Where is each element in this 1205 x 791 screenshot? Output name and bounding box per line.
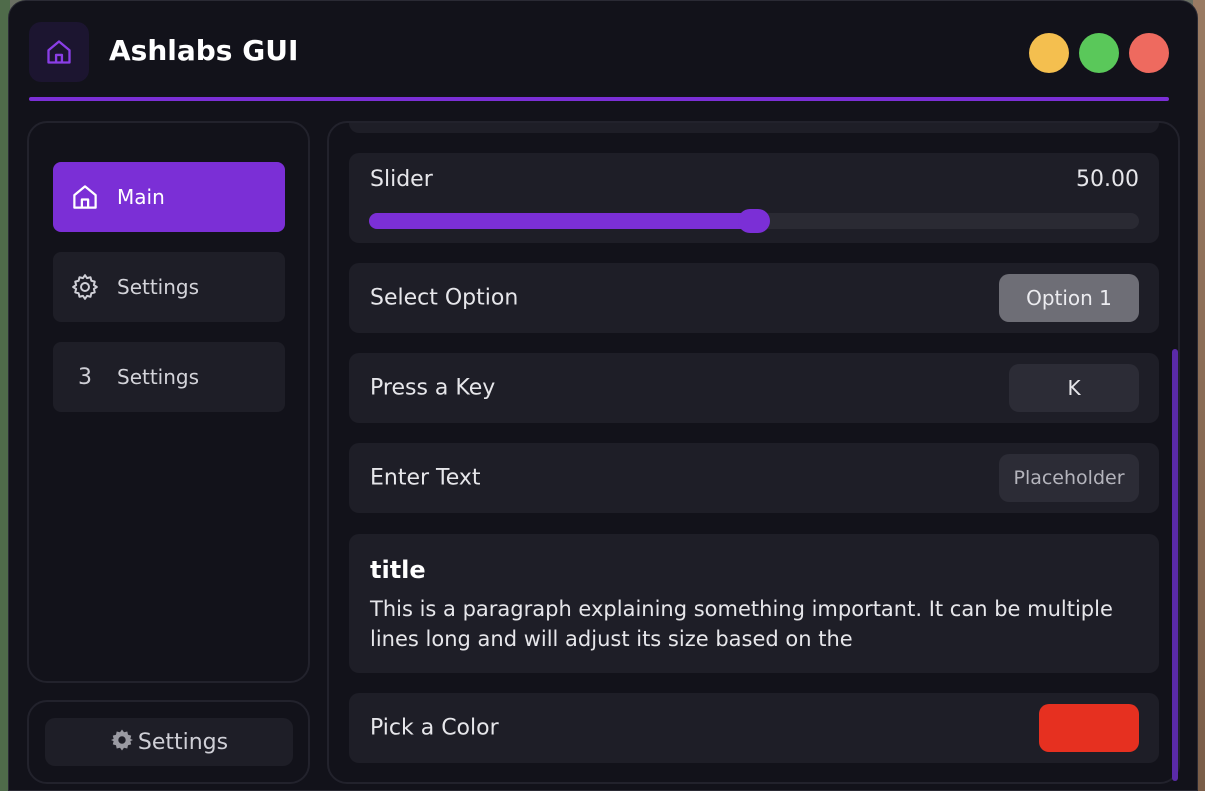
sidebar-item-label: Settings [117, 365, 200, 389]
number-3-icon: 3 [78, 364, 92, 390]
maximize-button[interactable] [1079, 33, 1119, 73]
paragraph-title: title [370, 556, 426, 584]
keybind-label: Press a Key [370, 375, 496, 401]
select-label: Select Option [370, 285, 519, 311]
sidebar-item-settings[interactable]: Settings [53, 252, 285, 322]
scrollbar-thumb[interactable] [1172, 349, 1178, 781]
keybind-card: Press a Key K [349, 353, 1159, 423]
slider-fill [369, 213, 754, 229]
paragraph-text: This is a paragraph explaining something… [370, 597, 1113, 651]
slider-label: Slider [370, 167, 433, 192]
minimize-button[interactable] [1029, 33, 1069, 73]
slider-value: 50.00 [1076, 167, 1139, 192]
home-icon [67, 182, 103, 212]
select-card: Select Option Option 1 [349, 263, 1159, 333]
app-home-icon [29, 22, 89, 82]
color-swatch[interactable] [1039, 704, 1139, 752]
color-label: Pick a Color [370, 715, 499, 741]
sidebar-item-label: Main [117, 185, 165, 209]
footer-settings-button[interactable]: Settings [45, 718, 293, 766]
text-input-field[interactable] [999, 454, 1139, 502]
paragraph-card: title This is a paragraph explaining som… [349, 534, 1159, 673]
title-bar: Ashlabs GUI [9, 1, 1197, 101]
slider-track[interactable] [369, 209, 1139, 233]
sidebar-footer: Settings [27, 700, 310, 784]
color-card: Pick a Color [349, 693, 1159, 763]
text-input-label: Enter Text [370, 465, 481, 491]
footer-settings-label: Settings [137, 729, 229, 755]
slider-card: Slider 50.00 [349, 153, 1159, 243]
partial-card [349, 123, 1159, 133]
slider-thumb[interactable] [738, 209, 770, 233]
app-title: Ashlabs GUI [109, 34, 299, 67]
text-input-card: Enter Text [349, 443, 1159, 513]
gear-icon [67, 272, 103, 302]
close-button[interactable] [1129, 33, 1169, 73]
header-divider [29, 97, 1169, 101]
sidebar-item-settings-3[interactable]: 3 Settings [53, 342, 285, 412]
sidebar-item-main[interactable]: Main [53, 162, 285, 232]
sidebar: Main Settings 3 Settings [27, 121, 310, 683]
select-dropdown[interactable]: Option 1 [999, 274, 1139, 322]
content-panel: Slider 50.00 Select Option Option 1 Pres… [327, 121, 1180, 784]
keybind-button[interactable]: K [1009, 364, 1139, 412]
gear-icon [110, 728, 134, 756]
sidebar-item-label: Settings [117, 275, 200, 299]
app-window: Ashlabs GUI Main Settings 3 Settings Set… [8, 0, 1198, 791]
